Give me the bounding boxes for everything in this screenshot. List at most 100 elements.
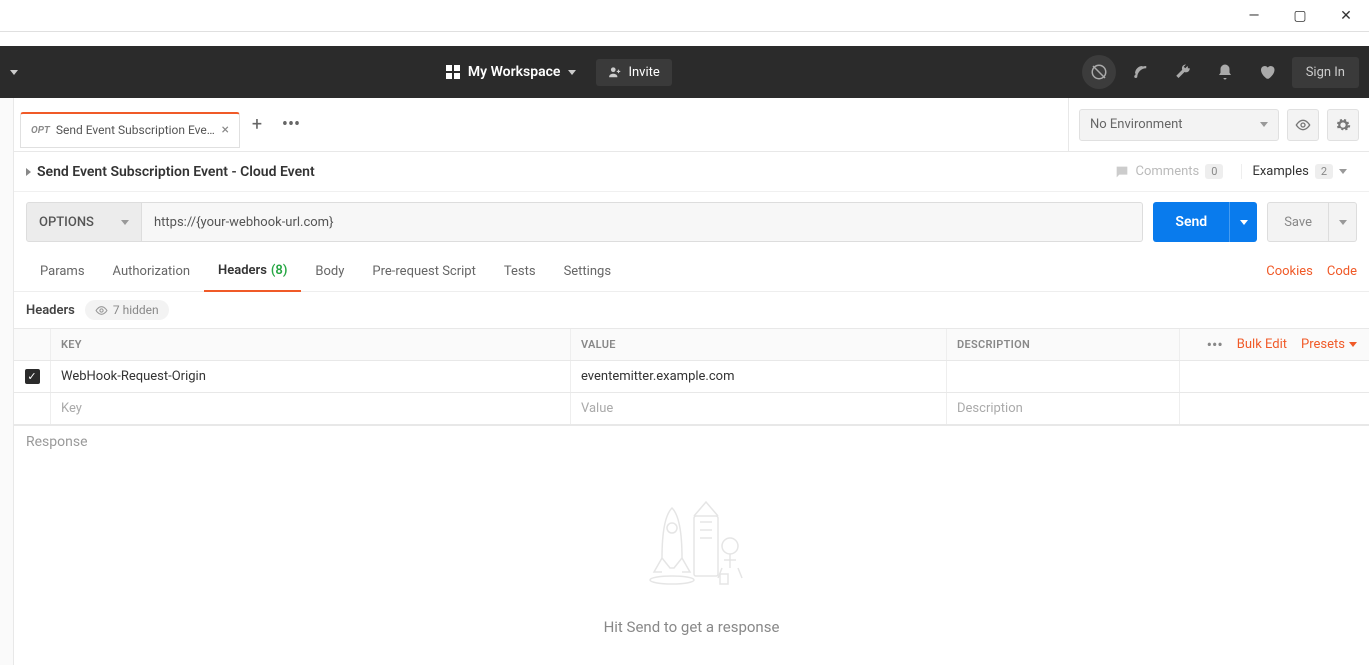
tab-title-label: Send Event Subscription Event... <box>56 123 216 137</box>
request-tab[interactable]: OPT Send Event Subscription Event... × <box>20 112 240 148</box>
comments-button[interactable]: Comments 0 <box>1104 164 1234 180</box>
request-header: Send Event Subscription Event - Cloud Ev… <box>14 152 1369 192</box>
table-row-new <box>14 393 1369 425</box>
environment-selector[interactable]: No Environment <box>1079 109 1279 141</box>
grid-icon <box>446 65 460 79</box>
new-tab-button[interactable]: + <box>240 108 274 142</box>
header-value-cell[interactable]: eventemitter.example.com <box>570 361 946 392</box>
heart-icon[interactable] <box>1250 55 1284 89</box>
headers-section-label: Headers <box>26 303 75 318</box>
url-row: OPTIONS Send Save <box>14 192 1369 252</box>
comments-label: Comments <box>1136 164 1200 179</box>
bulk-edit-link[interactable]: Bulk Edit <box>1237 337 1287 352</box>
signin-button[interactable]: Sign In <box>1292 57 1359 88</box>
workspace-selector[interactable]: My Workspace <box>436 58 587 86</box>
tab-headers-label: Headers <box>218 263 267 278</box>
tab-body[interactable]: Body <box>301 252 358 292</box>
presets-label: Presets <box>1301 337 1345 352</box>
request-title-label: Send Event Subscription Event - Cloud Ev… <box>37 164 315 180</box>
save-button[interactable]: Save <box>1267 202 1329 242</box>
chevron-down-icon <box>1339 169 1347 174</box>
tab-params[interactable]: Params <box>26 252 99 292</box>
header-key-cell[interactable]: WebHook-Request-Origin <box>50 361 570 392</box>
tabbar-row: OPT Send Event Subscription Event... × +… <box>14 98 1369 152</box>
response-label: Response <box>14 426 1369 458</box>
eye-icon <box>95 304 108 317</box>
tab-tests[interactable]: Tests <box>490 252 550 292</box>
environment-settings-button[interactable] <box>1327 109 1359 141</box>
more-columns-button[interactable]: ••• <box>1207 335 1223 354</box>
window-maximize-button[interactable]: ▢ <box>1277 0 1323 32</box>
caret-right-icon <box>26 168 31 176</box>
column-description: DESCRIPTION <box>946 329 1179 360</box>
main-panel: OPT Send Event Subscription Event... × +… <box>14 98 1369 665</box>
request-title[interactable]: Send Event Subscription Event - Cloud Ev… <box>26 164 1104 180</box>
chevron-down-icon <box>1240 220 1248 225</box>
workspace-label: My Workspace <box>468 64 561 80</box>
request-links: Cookies Code <box>1266 264 1357 279</box>
window-minimize-button[interactable]: — <box>1231 0 1277 32</box>
chevron-down-icon <box>1260 122 1268 127</box>
comments-count: 0 <box>1205 164 1223 179</box>
tab-method-label: OPT <box>31 125 50 136</box>
chevron-down-icon[interactable] <box>10 70 18 75</box>
new-value-input[interactable] <box>581 401 936 416</box>
tab-prerequest[interactable]: Pre-request Script <box>358 252 489 292</box>
code-link[interactable]: Code <box>1327 264 1357 279</box>
send-button[interactable]: Send <box>1153 202 1229 242</box>
rocket-illustration <box>632 488 752 588</box>
save-button-group: Save <box>1267 202 1357 242</box>
new-description-input[interactable] <box>957 401 1169 416</box>
browse-off-icon[interactable] <box>1082 55 1116 89</box>
new-key-input[interactable] <box>61 401 560 416</box>
method-label: OPTIONS <box>39 215 94 230</box>
column-value: VALUE <box>570 329 946 360</box>
comment-icon <box>1114 164 1130 180</box>
environment-label: No Environment <box>1090 117 1183 132</box>
content-area: OPT Send Event Subscription Event... × +… <box>0 98 1369 665</box>
header-description-cell[interactable] <box>946 361 1179 392</box>
response-empty-state: Hit Send to get a response <box>14 458 1369 665</box>
response-hint: Hit Send to get a response <box>604 618 780 636</box>
eye-icon <box>1295 117 1311 133</box>
headers-toolbar: Headers 7 hidden <box>14 292 1369 328</box>
tabbar: OPT Send Event Subscription Event... × +… <box>14 102 1068 148</box>
tab-authorization[interactable]: Authorization <box>99 252 205 292</box>
gear-icon <box>1335 117 1351 133</box>
send-options-button[interactable] <box>1229 202 1257 242</box>
satellite-icon[interactable] <box>1124 55 1158 89</box>
chevron-down-icon <box>568 70 576 75</box>
environment-preview-button[interactable] <box>1287 109 1319 141</box>
menubar <box>0 32 1369 46</box>
chevron-down-icon <box>1339 220 1347 225</box>
tab-headers[interactable]: Headers (8) <box>204 252 301 292</box>
url-input[interactable] <box>142 202 1143 242</box>
tab-more-button[interactable]: ••• <box>274 108 308 142</box>
examples-button[interactable]: Examples 2 <box>1241 164 1357 179</box>
http-method-select[interactable]: OPTIONS <box>26 202 142 242</box>
send-button-group: Send <box>1153 202 1257 242</box>
tab-headers-count: (8) <box>271 263 288 278</box>
presets-link[interactable]: Presets <box>1301 337 1357 352</box>
hidden-headers-toggle[interactable]: 7 hidden <box>85 300 169 320</box>
request-tabs: Params Authorization Headers (8) Body Pr… <box>26 252 1266 292</box>
response-panel: Response Hit Send to get a r <box>14 425 1369 665</box>
window-close-button[interactable]: ✕ <box>1323 0 1369 32</box>
left-rail <box>0 98 14 665</box>
tab-settings[interactable]: Settings <box>550 252 625 292</box>
table-row: ✓ WebHook-Request-Origin eventemitter.ex… <box>14 361 1369 393</box>
chevron-down-icon <box>1349 342 1357 347</box>
row-enabled-checkbox[interactable]: ✓ <box>25 369 40 384</box>
close-icon[interactable]: × <box>222 122 229 138</box>
table-header-row: KEY VALUE DESCRIPTION ••• Bulk Edit Pres… <box>14 329 1369 361</box>
headers-table: KEY VALUE DESCRIPTION ••• Bulk Edit Pres… <box>14 328 1369 425</box>
bell-icon[interactable] <box>1208 55 1242 89</box>
invite-label: Invite <box>628 65 659 80</box>
wrench-icon[interactable] <box>1166 55 1200 89</box>
chevron-down-icon <box>121 220 129 225</box>
environment-area: No Environment <box>1068 98 1369 151</box>
save-options-button[interactable] <box>1329 202 1357 242</box>
person-add-icon <box>608 65 622 79</box>
cookies-link[interactable]: Cookies <box>1266 264 1313 279</box>
invite-button[interactable]: Invite <box>596 59 671 86</box>
